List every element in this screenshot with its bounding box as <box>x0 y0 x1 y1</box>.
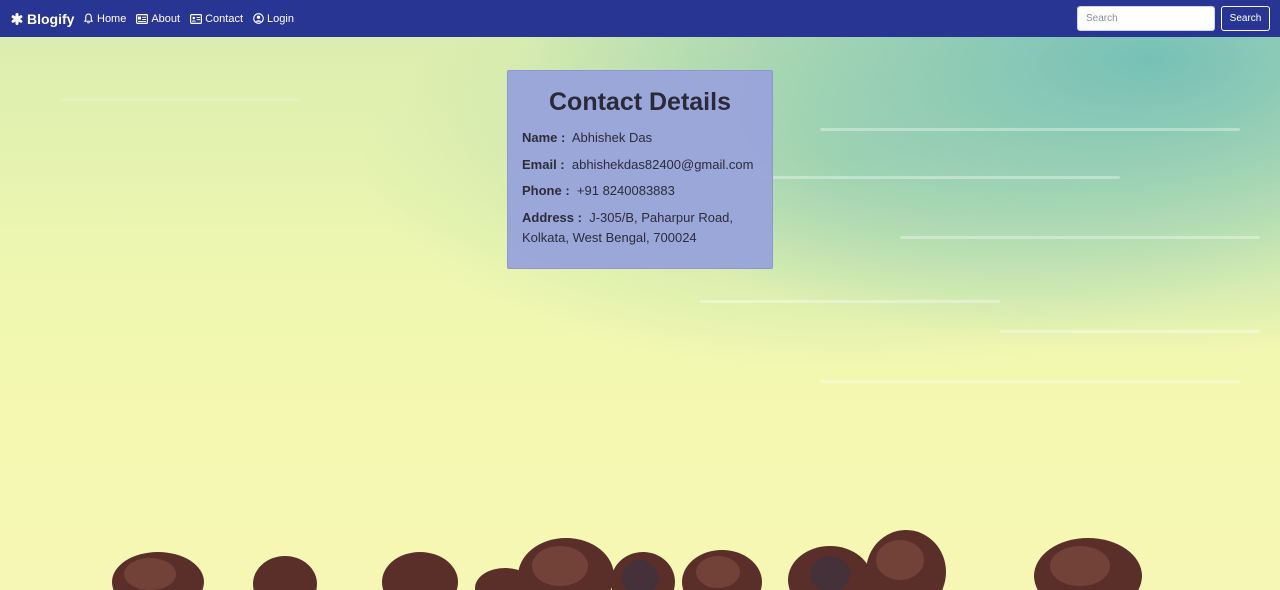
nav-links: Home About Contact Login <box>83 0 304 37</box>
cloud-streak <box>900 236 1260 239</box>
cloud-streak <box>700 300 1000 303</box>
address-label: Address : <box>522 209 582 225</box>
nav-link-login[interactable]: Login <box>253 13 294 25</box>
card-title: Contact Details <box>549 88 731 116</box>
phone-value: +91 8240083883 <box>576 183 675 198</box>
cloud-streak <box>1000 330 1260 333</box>
phone-label: Phone : <box>522 183 570 198</box>
asterisk-icon <box>11 12 23 25</box>
cloud-streak <box>820 128 1240 131</box>
nav-link-label: Login <box>267 12 294 25</box>
cloud-streak <box>60 98 300 101</box>
cloud-streak <box>820 380 1240 383</box>
user-circle-icon <box>253 13 264 24</box>
nav-link-label: About <box>151 12 181 25</box>
contact-row-email: Email : abhishekdas82400@gmail.com <box>522 155 758 175</box>
nav-link-about[interactable]: About <box>136 13 180 25</box>
address-card-icon <box>190 13 203 24</box>
top-navbar: Blogify Home About Contact Login Search … <box>0 0 1280 37</box>
contact-row-address: Address : J-305/B, Paharpur Road, Kolkat… <box>522 208 758 248</box>
name-label: Name : <box>522 130 566 145</box>
bell-icon <box>84 13 93 24</box>
contact-details-card: Contact Details Name : Abhishek Das Emai… <box>507 70 773 269</box>
brand-name: Blogify <box>27 10 75 27</box>
email-label: Email : <box>522 156 565 172</box>
cloud-streak <box>760 176 1120 179</box>
id-card-icon <box>136 13 149 24</box>
contact-row-phone: Phone : +91 8240083883 <box>522 181 758 201</box>
name-value: Abhishek Das <box>571 130 653 145</box>
tree-line <box>112 530 1142 590</box>
nav-link-label: Contact <box>205 12 244 25</box>
nav-link-home[interactable]: Home <box>83 13 126 25</box>
search-input[interactable] <box>1077 6 1215 31</box>
email-value: abhishekdas82400@gmail.com <box>571 156 754 172</box>
nav-link-label: Home <box>97 12 127 25</box>
search-button[interactable]: Search <box>1221 6 1270 31</box>
contact-row-name: Name : Abhishek Das <box>522 128 758 148</box>
brand-link[interactable]: Blogify <box>11 0 74 37</box>
nav-link-contact[interactable]: Contact <box>190 13 243 25</box>
